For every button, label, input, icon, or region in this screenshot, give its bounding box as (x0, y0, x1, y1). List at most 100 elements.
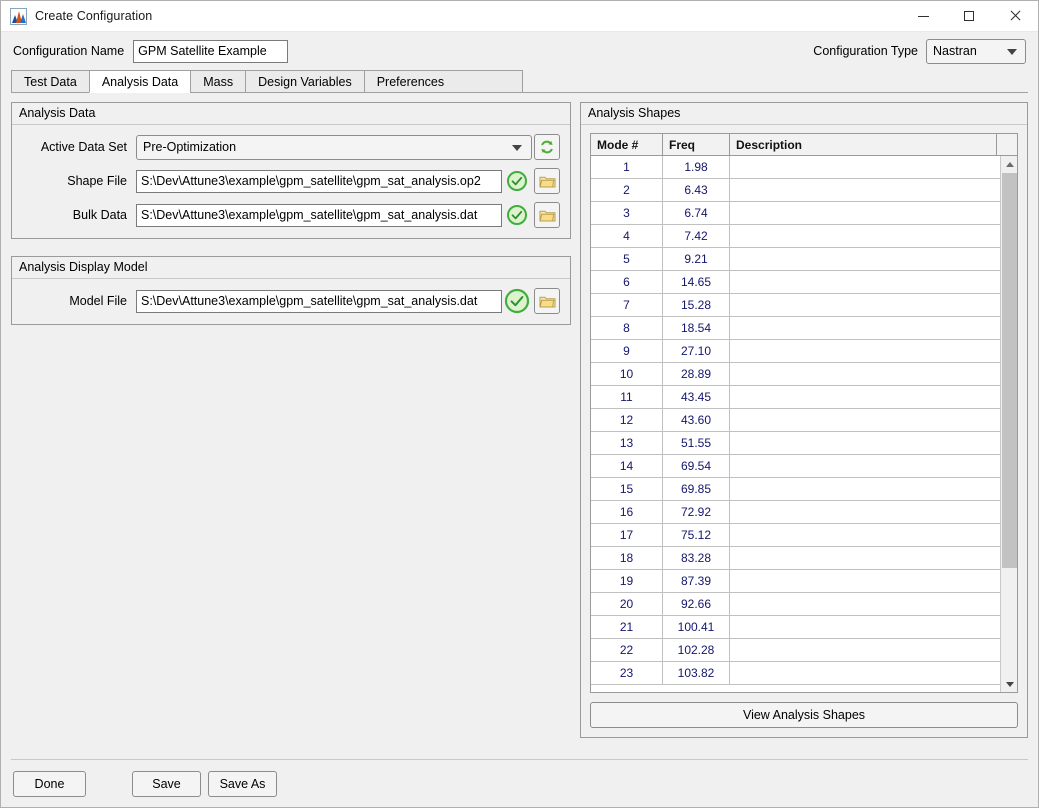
cell-mode[interactable]: 20 (591, 593, 663, 615)
table-row[interactable]: 18 83.28 (591, 547, 1000, 570)
table-row[interactable]: 23 103.82 (591, 662, 1000, 685)
cell-freq[interactable]: 103.82 (663, 662, 730, 684)
cell-description[interactable] (730, 409, 1000, 431)
cell-description[interactable] (730, 363, 1000, 385)
cell-mode[interactable]: 18 (591, 547, 663, 569)
tab-mass[interactable]: Mass (190, 70, 246, 93)
model-file-input[interactable]: S:\Dev\Attune3\example\gpm_satellite\gpm… (136, 289, 502, 313)
cell-freq[interactable]: 102.28 (663, 639, 730, 661)
cell-freq[interactable]: 28.89 (663, 363, 730, 385)
table-row[interactable]: 17 75.12 (591, 524, 1000, 547)
cell-description[interactable] (730, 156, 1000, 178)
table-row[interactable]: 5 9.21 (591, 248, 1000, 271)
cell-description[interactable] (730, 340, 1000, 362)
table-row[interactable]: 20 92.66 (591, 593, 1000, 616)
save-button[interactable]: Save (132, 770, 201, 797)
cell-description[interactable] (730, 248, 1000, 270)
table-row[interactable]: 7 15.28 (591, 294, 1000, 317)
cell-mode[interactable]: 7 (591, 294, 663, 316)
cell-mode[interactable]: 22 (591, 639, 663, 661)
cell-description[interactable] (730, 662, 1000, 684)
configuration-name-input[interactable] (133, 39, 289, 63)
cell-mode[interactable]: 17 (591, 524, 663, 546)
shape-file-input[interactable]: S:\Dev\Attune3\example\gpm_satellite\gpm… (136, 169, 502, 193)
cell-description[interactable] (730, 501, 1000, 523)
table-row[interactable]: 12 43.60 (591, 409, 1000, 432)
scroll-down-button[interactable] (1001, 676, 1017, 692)
bulk-data-input[interactable]: S:\Dev\Attune3\example\gpm_satellite\gpm… (136, 203, 502, 227)
cell-freq[interactable]: 87.39 (663, 570, 730, 592)
cell-freq[interactable]: 43.60 (663, 409, 730, 431)
cell-mode[interactable]: 19 (591, 570, 663, 592)
cell-description[interactable] (730, 225, 1000, 247)
table-row[interactable]: 22 102.28 (591, 639, 1000, 662)
cell-description[interactable] (730, 455, 1000, 477)
cell-description[interactable] (730, 294, 1000, 316)
cell-description[interactable] (730, 593, 1000, 615)
table-row[interactable]: 10 28.89 (591, 363, 1000, 386)
cell-description[interactable] (730, 202, 1000, 224)
cell-description[interactable] (730, 524, 1000, 546)
cell-description[interactable] (730, 271, 1000, 293)
cell-freq[interactable]: 6.74 (663, 202, 730, 224)
table-row[interactable]: 8 18.54 (591, 317, 1000, 340)
table-row[interactable]: 3 6.74 (591, 202, 1000, 225)
tab-design-variables[interactable]: Design Variables (245, 70, 364, 93)
cell-description[interactable] (730, 478, 1000, 500)
table-row[interactable]: 21 100.41 (591, 616, 1000, 639)
cell-mode[interactable]: 12 (591, 409, 663, 431)
cell-mode[interactable]: 23 (591, 662, 663, 684)
configuration-type-dropdown[interactable]: Nastran (926, 38, 1026, 64)
cell-freq[interactable]: 43.45 (663, 386, 730, 408)
cell-freq[interactable]: 9.21 (663, 248, 730, 270)
cell-freq[interactable]: 69.85 (663, 478, 730, 500)
cell-mode[interactable]: 14 (591, 455, 663, 477)
cell-freq[interactable]: 27.10 (663, 340, 730, 362)
table-row[interactable]: 2 6.43 (591, 179, 1000, 202)
column-header-mode[interactable]: Mode # (591, 134, 663, 155)
table-row[interactable]: 19 87.39 (591, 570, 1000, 593)
cell-mode[interactable]: 15 (591, 478, 663, 500)
tab-preferences[interactable]: Preferences (363, 70, 457, 93)
cell-freq[interactable]: 18.54 (663, 317, 730, 339)
cell-mode[interactable]: 9 (591, 340, 663, 362)
cell-freq[interactable]: 7.42 (663, 225, 730, 247)
cell-mode[interactable]: 5 (591, 248, 663, 270)
cell-freq[interactable]: 6.43 (663, 179, 730, 201)
table-row[interactable]: 1 1.98 (591, 156, 1000, 179)
table-row[interactable]: 15 69.85 (591, 478, 1000, 501)
view-analysis-shapes-button[interactable]: View Analysis Shapes (590, 702, 1018, 728)
cell-mode[interactable]: 8 (591, 317, 663, 339)
done-button[interactable]: Done (13, 770, 86, 797)
cell-mode[interactable]: 21 (591, 616, 663, 638)
bulk-data-browse-button[interactable] (534, 202, 560, 228)
cell-mode[interactable]: 10 (591, 363, 663, 385)
table-vertical-scrollbar[interactable] (1000, 156, 1017, 692)
cell-description[interactable] (730, 616, 1000, 638)
active-data-set-dropdown[interactable]: Pre-Optimization (136, 134, 532, 160)
column-header-description[interactable]: Description (730, 134, 997, 155)
cell-freq[interactable]: 15.28 (663, 294, 730, 316)
cell-freq[interactable]: 100.41 (663, 616, 730, 638)
cell-description[interactable] (730, 432, 1000, 454)
cell-description[interactable] (730, 547, 1000, 569)
cell-description[interactable] (730, 317, 1000, 339)
cell-mode[interactable]: 13 (591, 432, 663, 454)
table-row[interactable]: 11 43.45 (591, 386, 1000, 409)
model-file-browse-button[interactable] (534, 288, 560, 314)
cell-freq[interactable]: 92.66 (663, 593, 730, 615)
scroll-up-button[interactable] (1001, 156, 1017, 172)
cell-mode[interactable]: 2 (591, 179, 663, 201)
cell-freq[interactable]: 69.54 (663, 455, 730, 477)
cell-freq[interactable]: 83.28 (663, 547, 730, 569)
cell-mode[interactable]: 1 (591, 156, 663, 178)
cell-freq[interactable]: 51.55 (663, 432, 730, 454)
cell-freq[interactable]: 72.92 (663, 501, 730, 523)
cell-description[interactable] (730, 570, 1000, 592)
tab-analysis-data[interactable]: Analysis Data (88, 70, 191, 93)
save-as-button[interactable]: Save As (208, 770, 277, 797)
cell-description[interactable] (730, 639, 1000, 661)
refresh-button[interactable] (534, 134, 560, 160)
cell-mode[interactable]: 6 (591, 271, 663, 293)
column-header-freq[interactable]: Freq (663, 134, 730, 155)
